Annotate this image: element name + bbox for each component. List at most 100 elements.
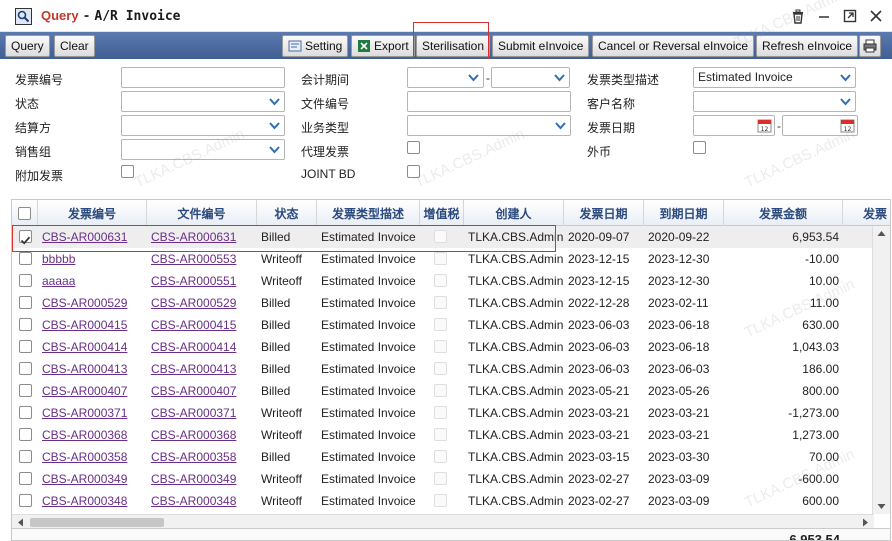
submit-einvoice-button[interactable]: Submit eInvoice xyxy=(492,35,590,57)
row-checkbox[interactable] xyxy=(19,384,32,397)
status-select[interactable] xyxy=(121,91,285,112)
table-row[interactable]: CBS-AR000413 CBS-AR000413 Billed Estimated … xyxy=(12,358,872,380)
invoice-type-select[interactable]: Estimated Invoice xyxy=(693,67,856,88)
col-invoice-type[interactable]: 发票类型描述 xyxy=(317,200,420,226)
query-button[interactable]: Query xyxy=(5,35,50,57)
maximize-icon[interactable] xyxy=(842,8,858,24)
col-vat[interactable]: 增值税 xyxy=(420,200,464,226)
settle-party-select[interactable] xyxy=(121,115,285,136)
cell-invoice-no[interactable]: CBS-AR000371 xyxy=(38,402,147,424)
col-invoice-date[interactable]: 发票日期 xyxy=(564,200,644,226)
row-checkbox[interactable] xyxy=(19,274,32,287)
attach-invoice-checkbox[interactable] xyxy=(121,165,134,178)
table-row[interactable]: CBS-AR000368 CBS-AR000368 Writeoff Estimate… xyxy=(12,424,872,446)
cell-invoice-no[interactable]: CBS-AR000407 xyxy=(38,380,147,402)
cell-file-no[interactable]: CBS-AR000553 xyxy=(147,248,257,270)
vertical-scrollbar[interactable] xyxy=(872,226,890,514)
cell-file-no[interactable]: CBS-AR000529 xyxy=(147,292,257,314)
col-invoice-amount[interactable]: 发票金额 xyxy=(724,200,843,226)
row-checkbox[interactable] xyxy=(19,318,32,331)
row-checkbox[interactable] xyxy=(19,362,32,375)
col-status[interactable]: 状态 xyxy=(257,200,317,226)
row-checkbox[interactable] xyxy=(19,406,32,419)
setting-button[interactable]: Setting xyxy=(282,35,349,57)
row-checkbox[interactable] xyxy=(19,296,32,309)
horizontal-scrollbar[interactable] xyxy=(12,514,874,528)
cell-invoice-no[interactable]: CBS-AR000631 xyxy=(38,226,147,248)
cell-invoice-no[interactable]: CBS-AR000349 xyxy=(38,468,147,490)
row-checkbox[interactable] xyxy=(19,428,32,441)
cell-invoice-no[interactable]: CBS-AR000348 xyxy=(38,490,147,512)
col-due-date[interactable]: 到期日期 xyxy=(644,200,724,226)
row-checkbox[interactable] xyxy=(19,230,32,245)
row-checkbox[interactable] xyxy=(19,252,32,265)
row-checkbox[interactable] xyxy=(19,450,32,463)
file-no-input[interactable] xyxy=(407,91,571,112)
table-row[interactable]: CBS-AR000349 CBS-AR000349 Writeoff Estimate… xyxy=(12,468,872,490)
agent-invoice-checkbox[interactable] xyxy=(407,141,420,154)
export-button[interactable]: Export xyxy=(351,35,415,57)
cell-file-no[interactable]: CBS-AR000415 xyxy=(147,314,257,336)
scroll-left-icon[interactable] xyxy=(17,518,24,527)
close-icon[interactable] xyxy=(868,8,884,24)
customer-name-select[interactable] xyxy=(693,91,856,112)
cell-invoice-no[interactable]: CBS-AR000413 xyxy=(38,358,147,380)
cancel-reversal-einvoice-button[interactable]: Cancel or Reversal eInvoice xyxy=(592,35,755,57)
print-button[interactable] xyxy=(859,35,881,57)
cell-invoice-no[interactable]: bbbbb xyxy=(38,248,147,270)
table-row[interactable]: aaaaa CBS-AR000551 Writeoff Estimated Invoi… xyxy=(12,270,872,292)
col-invoice-extra[interactable]: 发票 xyxy=(843,200,890,226)
table-row[interactable]: CBS-AR000415 CBS-AR000415 Billed Estimated … xyxy=(12,314,872,336)
invoice-no-input[interactable] xyxy=(121,67,285,88)
delete-icon[interactable] xyxy=(790,8,806,24)
invoice-date-to[interactable]: 12 xyxy=(782,115,858,136)
cell-file-no[interactable]: CBS-AR000414 xyxy=(147,336,257,358)
scroll-up-icon[interactable] xyxy=(877,230,886,237)
col-creator[interactable]: 创建人 xyxy=(464,200,564,226)
table-row[interactable]: CBS-AR000414 CBS-AR000414 Billed Estimated … xyxy=(12,336,872,358)
cell-file-no[interactable]: CBS-AR000407 xyxy=(147,380,257,402)
business-type-select[interactable] xyxy=(407,115,571,136)
calendar-icon[interactable]: 12 xyxy=(840,118,855,133)
joint-bd-checkbox[interactable] xyxy=(407,165,420,178)
sales-group-select[interactable] xyxy=(121,139,285,160)
cell-file-no[interactable]: CBS-AR000551 xyxy=(147,270,257,292)
cell-invoice-no[interactable]: CBS-AR000414 xyxy=(38,336,147,358)
table-row[interactable]: CBS-AR000348 CBS-AR000348 Writeoff Estimate… xyxy=(12,490,872,512)
col-file-no[interactable]: 文件编号 xyxy=(147,200,257,226)
table-row[interactable]: CBS-AR000529 CBS-AR000529 Billed Estimated … xyxy=(12,292,872,314)
sterilisation-button[interactable]: Sterilisation xyxy=(416,35,491,57)
cell-file-no[interactable]: CBS-AR000631 xyxy=(147,226,257,248)
select-all-checkbox[interactable] xyxy=(18,206,31,220)
horizontal-scroll-thumb[interactable] xyxy=(30,518,164,527)
cell-file-no[interactable]: CBS-AR000371 xyxy=(147,402,257,424)
cell-file-no[interactable]: CBS-AR000348 xyxy=(147,490,257,512)
row-checkbox[interactable] xyxy=(19,340,32,353)
row-checkbox[interactable] xyxy=(19,494,32,507)
calendar-icon[interactable]: 12 xyxy=(757,118,772,133)
cell-file-no[interactable]: CBS-AR000358 xyxy=(147,446,257,468)
cell-invoice-no[interactable]: aaaaa xyxy=(38,270,147,292)
foreign-currency-checkbox[interactable] xyxy=(693,141,706,154)
table-row[interactable]: CBS-AR000358 CBS-AR000358 Billed Estimated … xyxy=(12,446,872,468)
clear-button[interactable]: Clear xyxy=(54,35,95,57)
table-row[interactable]: bbbbb CBS-AR000553 Writeoff Estimated Invoi… xyxy=(12,248,872,270)
cell-invoice-no[interactable]: CBS-AR000529 xyxy=(38,292,147,314)
cell-file-no[interactable]: CBS-AR000368 xyxy=(147,424,257,446)
cell-invoice-no[interactable]: CBS-AR000415 xyxy=(38,314,147,336)
table-row[interactable]: CBS-AR000371 CBS-AR000371 Writeoff Estimate… xyxy=(12,402,872,424)
cell-file-no[interactable]: CBS-AR000413 xyxy=(147,358,257,380)
period-to-select[interactable] xyxy=(491,67,570,88)
row-checkbox[interactable] xyxy=(19,472,32,485)
cell-invoice-no[interactable]: CBS-AR000358 xyxy=(38,446,147,468)
table-row[interactable]: CBS-AR000407 CBS-AR000407 Billed Estimated … xyxy=(12,380,872,402)
period-from-select[interactable] xyxy=(407,67,484,88)
refresh-einvoice-button[interactable]: Refresh eInvoice xyxy=(756,35,859,57)
scroll-right-icon[interactable] xyxy=(862,518,869,527)
cell-file-no[interactable]: CBS-AR000349 xyxy=(147,468,257,490)
col-invoice-no[interactable]: 发票编号 xyxy=(38,200,147,226)
invoice-date-from[interactable]: 12 xyxy=(693,115,775,136)
table-row[interactable]: CBS-AR000631 CBS-AR000631 Billed Estimated … xyxy=(12,226,872,248)
scroll-down-icon[interactable] xyxy=(877,503,886,510)
cell-invoice-no[interactable]: CBS-AR000368 xyxy=(38,424,147,446)
